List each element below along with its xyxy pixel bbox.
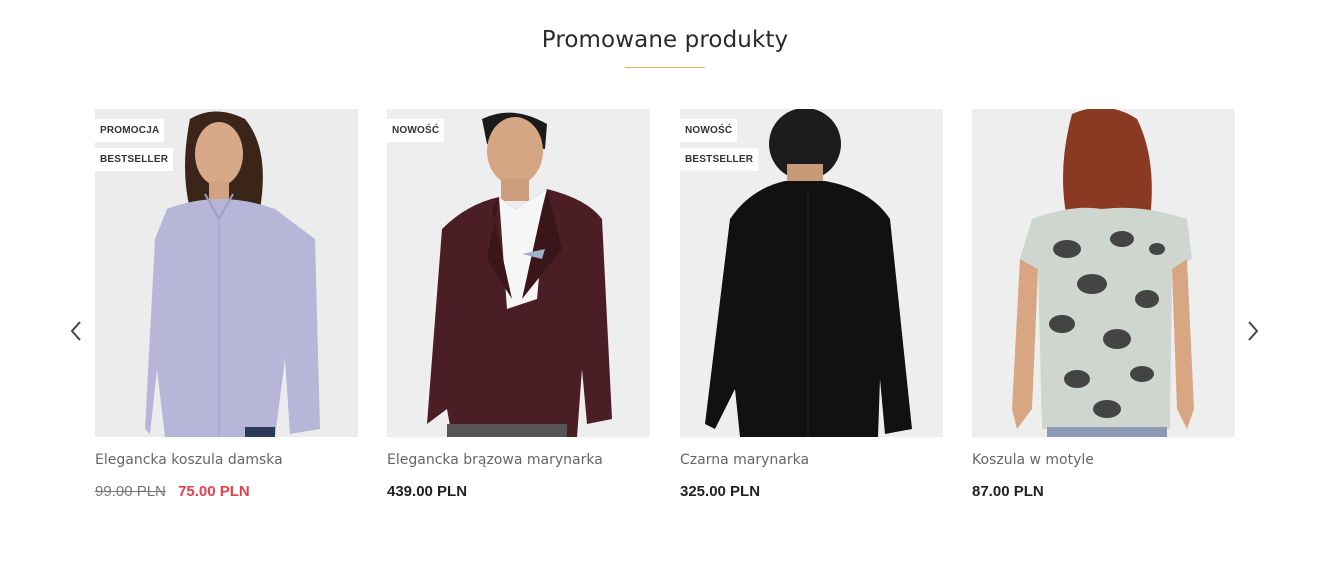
product-prices: 87.00 PLN [972,482,1235,502]
product-name[interactable]: Elegancka brązowa marynarka [387,450,650,470]
section-title: Promowane produkty [541,27,789,53]
product-card[interactable]: NOWOŚĆ Elegancka brązowa marynarka 439.0… [387,109,650,502]
product-card[interactable]: Koszula w motyle 87.00 PLN [972,109,1235,502]
badge-list: NOWOŚĆ BESTSELLER [680,119,759,171]
product-prices: 325.00 PLN [680,482,943,502]
product-card[interactable]: PROMOCJA BESTSELLER Elegancka koszula da… [95,109,358,502]
product-image[interactable] [972,109,1235,437]
carousel-prev-button[interactable] [64,316,88,346]
product-name[interactable]: Czarna marynarka [680,450,943,470]
chevron-left-icon [70,321,81,341]
product-price: 325.00 PLN [680,483,761,500]
product-old-price: 99.00 PLN [95,483,166,500]
badge-list: NOWOŚĆ [387,119,445,142]
badge-list: PROMOCJA BESTSELLER [95,119,174,171]
product-prices: 439.00 PLN [387,482,650,502]
product-card[interactable]: NOWOŚĆ BESTSELLER Czarna marynarka 325.0… [680,109,943,502]
product-image[interactable]: NOWOŚĆ [387,109,650,437]
bestseller-badge: BESTSELLER [95,148,174,171]
product-sale-price: 75.00 PLN [178,483,250,500]
product-name[interactable]: Koszula w motyle [972,450,1235,470]
product-image[interactable]: NOWOŚĆ BESTSELLER [680,109,943,437]
new-badge: NOWOŚĆ [680,119,738,142]
product-price: 87.00 PLN [972,483,1044,500]
product-photo-woman-butterfly-top [972,109,1235,437]
chevron-right-icon [1248,321,1259,341]
bestseller-badge: BESTSELLER [680,148,759,171]
promo-badge: PROMOCJA [95,119,165,142]
product-price: 439.00 PLN [387,483,468,500]
product-prices: 99.00 PLN 75.00 PLN [95,482,358,502]
new-badge: NOWOŚĆ [387,119,445,142]
product-image[interactable]: PROMOCJA BESTSELLER [95,109,358,437]
product-name[interactable]: Elegancka koszula damska [95,450,358,470]
carousel-next-button[interactable] [1241,316,1265,346]
product-photo-man-brown-blazer [387,109,650,437]
title-underline [625,67,705,68]
